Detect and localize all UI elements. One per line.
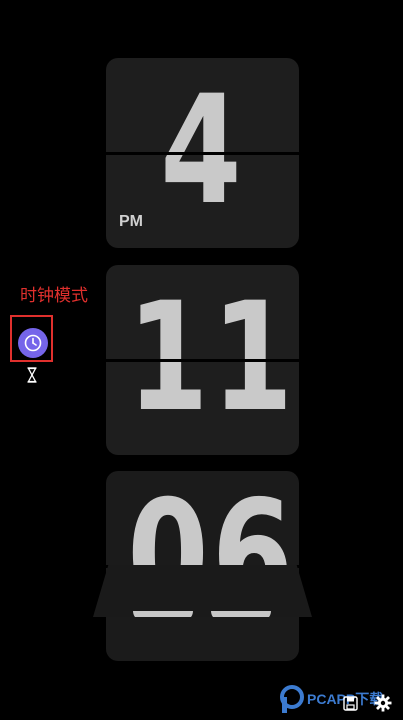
clock-icon xyxy=(24,334,42,352)
minute-card: 11 xyxy=(106,265,299,455)
hour-digits: 4 xyxy=(160,64,245,238)
hourglass-icon xyxy=(27,367,37,383)
settings-button[interactable] xyxy=(374,694,392,716)
second-flip-flap xyxy=(93,565,312,617)
timer-mode-button[interactable] xyxy=(27,367,37,387)
save-button[interactable] xyxy=(343,696,358,715)
minute-digits: 11 xyxy=(127,271,297,445)
flap-digit-edge xyxy=(133,611,193,617)
flap-digit-edge xyxy=(211,611,271,617)
hour-card-divider xyxy=(106,152,299,155)
watermark: PCAPP下载 xyxy=(279,684,383,714)
save-icon xyxy=(343,696,358,711)
clock-mode-label: 时钟模式 xyxy=(20,286,88,306)
hour-card: 4 PM xyxy=(106,58,299,248)
watermark-logo-icon xyxy=(280,685,304,713)
settings-gear-icon xyxy=(374,694,392,712)
ampm-indicator: PM xyxy=(119,213,143,230)
clock-mode-button[interactable] xyxy=(18,328,48,358)
minute-card-divider xyxy=(106,359,299,362)
